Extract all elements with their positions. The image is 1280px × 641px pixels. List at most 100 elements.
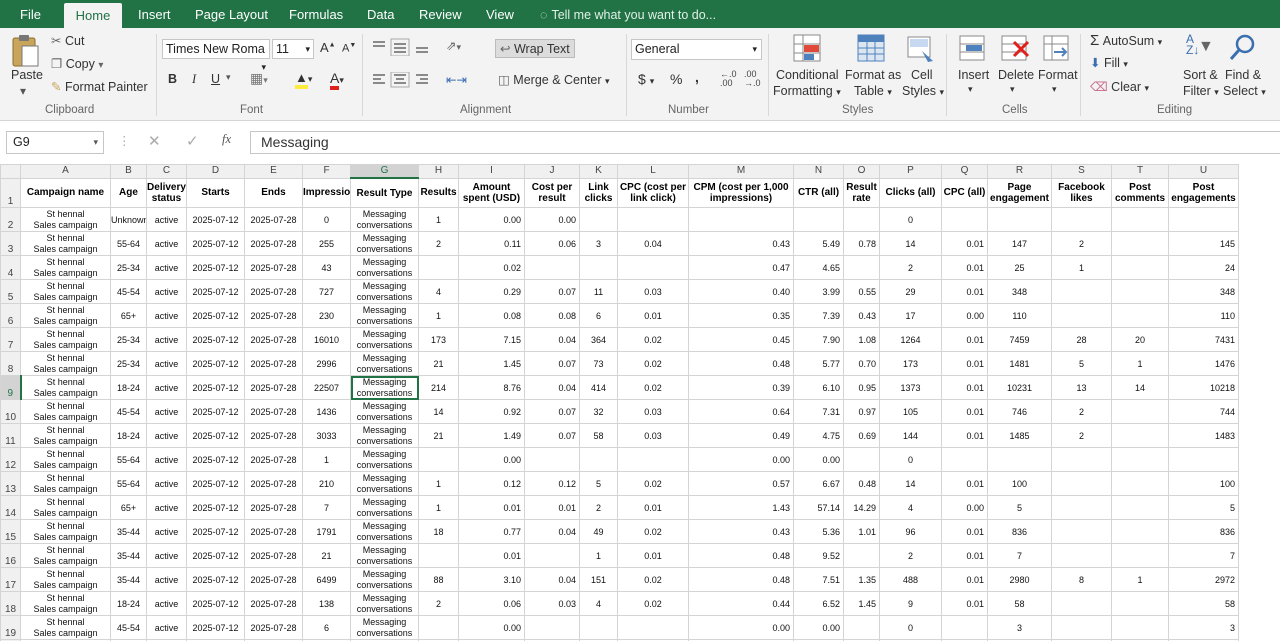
cell-cpcall[interactable]: 0.01 — [941, 519, 988, 544]
cell-cpc[interactable]: 0.01 — [617, 495, 689, 520]
row-header-12[interactable]: 12 — [0, 447, 21, 472]
result-type-cell[interactable]: Messagingconversations — [350, 231, 419, 256]
cell-page[interactable] — [987, 447, 1052, 472]
cell-fb[interactable] — [1051, 207, 1112, 232]
cell-age[interactable]: 45-54 — [110, 279, 147, 304]
cell-pc[interactable] — [1111, 303, 1169, 328]
formula-input[interactable]: Messaging — [250, 131, 1280, 154]
campaign-name-cell[interactable]: St hennalSales campaign — [20, 495, 111, 520]
row-header-17[interactable]: 17 — [0, 567, 21, 592]
tell-me-search[interactable]: ◌ Tell me what you want to do... — [540, 0, 716, 28]
indent-icons[interactable]: ⇤⇥ — [446, 72, 467, 87]
cell-status[interactable]: active — [146, 567, 187, 592]
result-type-cell[interactable]: Messagingconversations — [350, 327, 419, 352]
cell-age[interactable]: 18-24 — [110, 423, 147, 448]
campaign-name-cell[interactable]: St hennalSales campaign — [20, 423, 111, 448]
cell-cpm[interactable]: 0.00 — [688, 615, 794, 640]
cell-rr[interactable]: 0.48 — [843, 471, 880, 496]
cell-pc[interactable] — [1111, 543, 1169, 568]
cell-end[interactable]: 2025-07-28 — [244, 327, 303, 352]
column-title[interactable]: Delivery status — [146, 177, 187, 208]
cell-link[interactable]: 151 — [579, 567, 618, 592]
currency-button[interactable]: $ ▾ — [638, 71, 654, 87]
cell-pc[interactable] — [1111, 447, 1169, 472]
underline-dropdown-icon[interactable]: ▾ — [226, 72, 231, 83]
cell-page[interactable]: 1481 — [987, 351, 1052, 376]
cell-impr[interactable]: 255 — [302, 231, 351, 256]
cut-button[interactable]: ✂ Cut — [51, 33, 84, 48]
font-color-icon[interactable]: A▾ — [330, 70, 344, 90]
decrease-font-icon[interactable]: A▼ — [342, 42, 356, 55]
column-header-g[interactable]: G — [350, 164, 419, 179]
cell-clicks[interactable]: 29 — [879, 279, 942, 304]
cell-end[interactable]: 2025-07-28 — [244, 447, 303, 472]
cell-results[interactable]: 2 — [418, 231, 459, 256]
cell-results[interactable]: 21 — [418, 423, 459, 448]
cell-cpm[interactable]: 0.47 — [688, 255, 794, 280]
column-header-c[interactable]: C — [146, 164, 187, 179]
cell-cpm[interactable]: 0.43 — [688, 231, 794, 256]
cell-results[interactable]: 18 — [418, 519, 459, 544]
cell-cpcall[interactable]: 0.01 — [941, 375, 988, 400]
cell-age[interactable]: 65+ — [110, 495, 147, 520]
cell-cpc[interactable]: 0.02 — [617, 591, 689, 616]
format-as-table-sub[interactable]: Table ▾ — [854, 84, 892, 98]
column-title[interactable]: Starts — [186, 177, 245, 208]
cell-results[interactable]: 1 — [418, 495, 459, 520]
cell-amount[interactable]: 0.06 — [458, 591, 525, 616]
cell-status[interactable]: active — [146, 447, 187, 472]
cell-ctr[interactable]: 7.39 — [793, 303, 844, 328]
cell-cpr[interactable]: 0.04 — [524, 327, 580, 352]
cell-cpm[interactable]: 0.44 — [688, 591, 794, 616]
cell-status[interactable]: active — [146, 591, 187, 616]
cell-cpc[interactable]: 0.02 — [617, 327, 689, 352]
cell-cpcall[interactable]: 0.01 — [941, 423, 988, 448]
cell-fb[interactable] — [1051, 495, 1112, 520]
column-title[interactable]: Facebook likes — [1051, 177, 1112, 208]
cell-cpc[interactable]: 0.03 — [617, 279, 689, 304]
cell-page[interactable]: 7 — [987, 543, 1052, 568]
cell-ctr[interactable]: 6.52 — [793, 591, 844, 616]
cell-clicks[interactable]: 0 — [879, 615, 942, 640]
cell-impr[interactable]: 0 — [302, 207, 351, 232]
cell-link[interactable]: 5 — [579, 471, 618, 496]
cell-clicks[interactable]: 173 — [879, 351, 942, 376]
cell-start[interactable]: 2025-07-12 — [186, 327, 245, 352]
cell-link[interactable] — [579, 615, 618, 640]
cell-cpcall[interactable]: 0.00 — [941, 495, 988, 520]
cell-cpm[interactable]: 0.48 — [688, 567, 794, 592]
cell-results[interactable]: 214 — [418, 375, 459, 400]
cell-start[interactable]: 2025-07-12 — [186, 591, 245, 616]
cell-impr[interactable]: 6499 — [302, 567, 351, 592]
cell-cpcall[interactable]: 0.01 — [941, 231, 988, 256]
cell-end[interactable]: 2025-07-28 — [244, 255, 303, 280]
cell-cpcall[interactable]: 0.01 — [941, 567, 988, 592]
number-format-box[interactable]: General ▾ — [631, 39, 762, 60]
cell-cpc[interactable]: 0.01 — [617, 543, 689, 568]
cell-results[interactable]: 1 — [418, 207, 459, 232]
cell-pc[interactable] — [1111, 279, 1169, 304]
column-header-t[interactable]: T — [1111, 164, 1169, 179]
campaign-name-cell[interactable]: St hennalSales campaign — [20, 327, 111, 352]
result-type-cell[interactable]: Messagingconversations — [350, 447, 419, 472]
cell-pe[interactable] — [1168, 447, 1239, 472]
cell-fb[interactable] — [1051, 615, 1112, 640]
cell-start[interactable]: 2025-07-12 — [186, 351, 245, 376]
cell-page[interactable] — [987, 207, 1052, 232]
percent-button[interactable]: % — [670, 71, 682, 87]
cell-cpcall[interactable]: 0.01 — [941, 471, 988, 496]
cell-cpr[interactable]: 0.08 — [524, 303, 580, 328]
cell-pe[interactable]: 744 — [1168, 399, 1239, 424]
cell-cpr[interactable]: 0.01 — [524, 495, 580, 520]
result-type-cell[interactable]: Messagingconversations — [350, 423, 419, 448]
cell-link[interactable]: 364 — [579, 327, 618, 352]
cell-status[interactable]: active — [146, 255, 187, 280]
autosum-button[interactable]: Σ AutoSum ▾ — [1090, 32, 1162, 49]
cell-page[interactable]: 2980 — [987, 567, 1052, 592]
paste-dropdown-icon[interactable]: ▾ — [20, 84, 26, 98]
magnifier-icon[interactable] — [1228, 33, 1258, 63]
cell-pc[interactable] — [1111, 519, 1169, 544]
underline-button[interactable]: U — [211, 72, 220, 86]
funnel-icon[interactable]: ▼ — [1198, 38, 1214, 56]
cell-amount[interactable]: 7.15 — [458, 327, 525, 352]
